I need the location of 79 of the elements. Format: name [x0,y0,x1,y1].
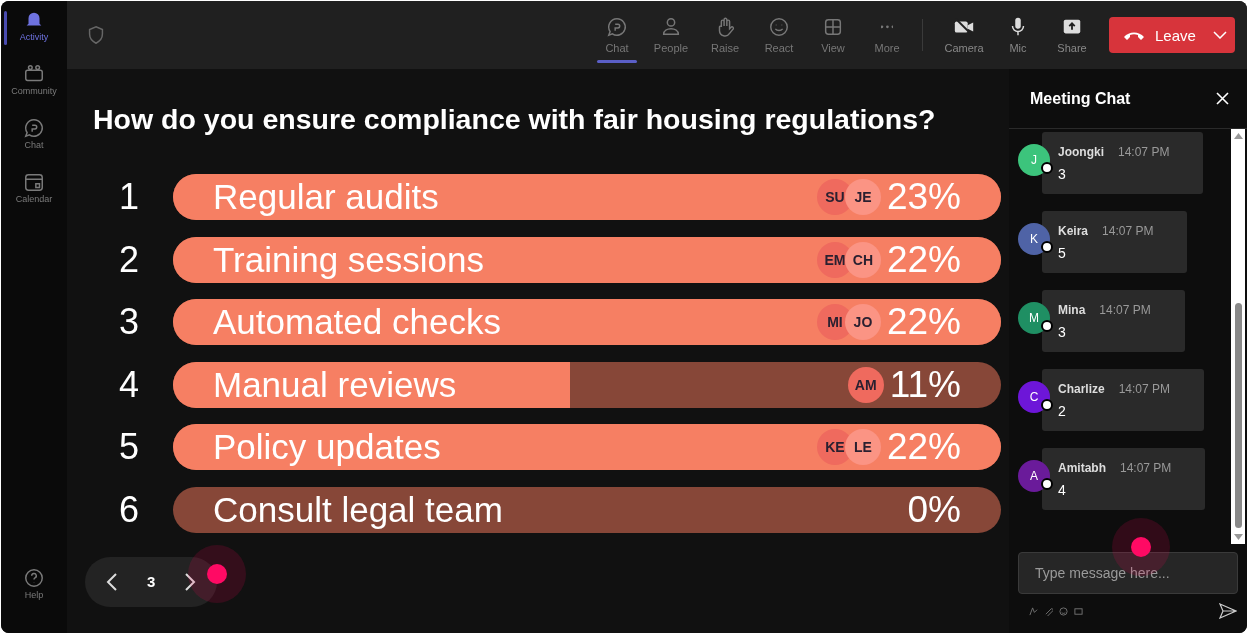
sender-name: Mina [1058,303,1086,317]
voter-avatar: AM [847,366,884,403]
option-label: Consult legal team [213,489,504,530]
sender-name: Amitabh [1058,461,1106,475]
percent-label: 11% [889,363,961,406]
attach-icon[interactable] [1044,606,1053,616]
user-avatar: M [1018,302,1050,334]
sidebar-item[interactable]: Community [1,63,67,117]
chevron-right-icon [184,572,197,591]
person-icon [660,16,682,38]
percent-label: 22% [886,426,961,468]
percent-label: 22% [886,238,961,281]
option-number: 3 [118,301,140,343]
format-icon[interactable] [1029,606,1038,616]
close-button[interactable] [1216,92,1229,105]
toolbar-button[interactable]: View [806,5,860,65]
close-icon [1216,92,1229,105]
page-number: 3 [147,573,156,590]
message-time: 14:07 PM [1120,461,1172,475]
message-text: 4 [1058,482,1067,498]
send-icon[interactable] [1219,603,1237,619]
help-button[interactable]: Help [1,567,67,621]
gif-icon[interactable] [1074,606,1083,616]
scroll-down-icon[interactable] [1233,534,1243,540]
emoji-icon[interactable] [1059,606,1068,616]
calendar-icon [23,171,45,193]
user-avatar: K [1018,223,1050,255]
message-text: 5 [1058,245,1067,261]
option-label: Regular audits [213,177,440,217]
option-label: Manual reviews [213,364,458,405]
grid-icon [822,16,844,38]
sender-name: Keira [1058,224,1089,238]
option-label: Policy updates [213,427,442,467]
percent-label: 23% [886,176,961,218]
scrollbar[interactable] [1231,129,1245,544]
toolbar-button[interactable]: Chat [590,5,644,65]
percent-label: 22% [886,301,961,343]
option-label: Automated checks [213,302,502,342]
chat-icon [606,16,628,38]
option-label: Training sessions [213,239,486,280]
sender-name: Charlize [1058,382,1105,396]
message-input[interactable]: Type message here... [1018,552,1238,594]
message-text: 2 [1058,403,1067,419]
toolbar-button[interactable]: Camera [937,5,991,65]
message-text: 3 [1058,324,1067,340]
message-time: 14:07 PM [1099,303,1151,317]
user-avatar: A [1018,460,1050,492]
option-number: 4 [118,363,140,406]
chevron-left-icon [106,572,118,591]
toolbar-button[interactable]: People [644,5,698,65]
user-avatar: J [1018,144,1050,176]
toolbar-button[interactable]: React [752,5,806,65]
option-number: 6 [118,488,140,531]
message-time: 14:07 PM [1118,382,1171,396]
message-time: 14:07 PM [1118,145,1170,159]
toolbar-button[interactable]: Share [1045,5,1099,65]
message-text: 3 [1058,166,1067,182]
sidebar-item[interactable]: Chat [1,117,67,171]
sidebar-item[interactable]: Activity [1,9,67,63]
toolbar-button[interactable]: Mic [991,5,1045,65]
toolbar-button[interactable]: Raise [698,5,752,65]
percent-label: 0% [907,488,961,531]
panel-title: Meeting Chat [1030,89,1131,108]
option-number: 2 [118,238,140,281]
caret-icon [1213,31,1227,39]
scroll-up-icon[interactable] [1233,133,1243,139]
option-number: 1 [118,176,140,218]
toolbar-button[interactable]: More [860,5,914,65]
option-number: 5 [118,426,140,468]
smile-icon [768,16,790,38]
help-icon [23,567,45,589]
user-avatar: C [1018,381,1050,413]
more-icon [880,25,894,29]
leave-button[interactable]: Leave [1109,17,1235,53]
sender-name: Joongki [1058,145,1104,159]
message-time: 14:07 PM [1102,224,1154,238]
sidebar-item[interactable]: Calendar [1,171,67,225]
poll-question: How do you ensure compliance with fair housing regulations? [93,103,937,136]
chat-icon [23,117,45,139]
